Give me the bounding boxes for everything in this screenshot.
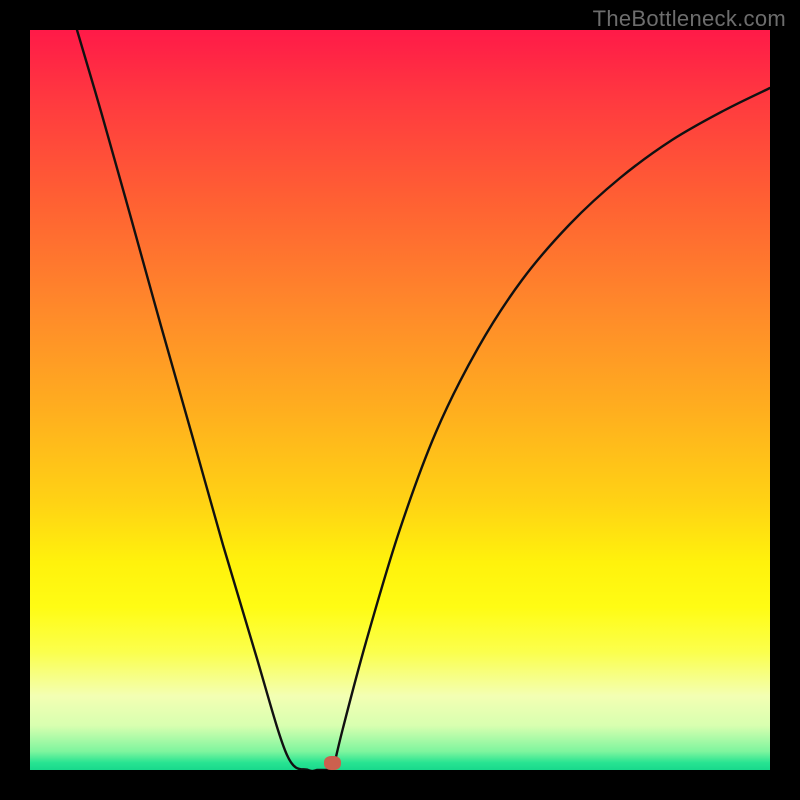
chart-frame: TheBottleneck.com: [0, 0, 800, 800]
plot-area: [30, 30, 770, 770]
bottleneck-curve: [77, 30, 770, 770]
optimum-marker: [324, 756, 341, 770]
watermark-text: TheBottleneck.com: [593, 6, 786, 32]
curve-svg: [30, 30, 770, 770]
